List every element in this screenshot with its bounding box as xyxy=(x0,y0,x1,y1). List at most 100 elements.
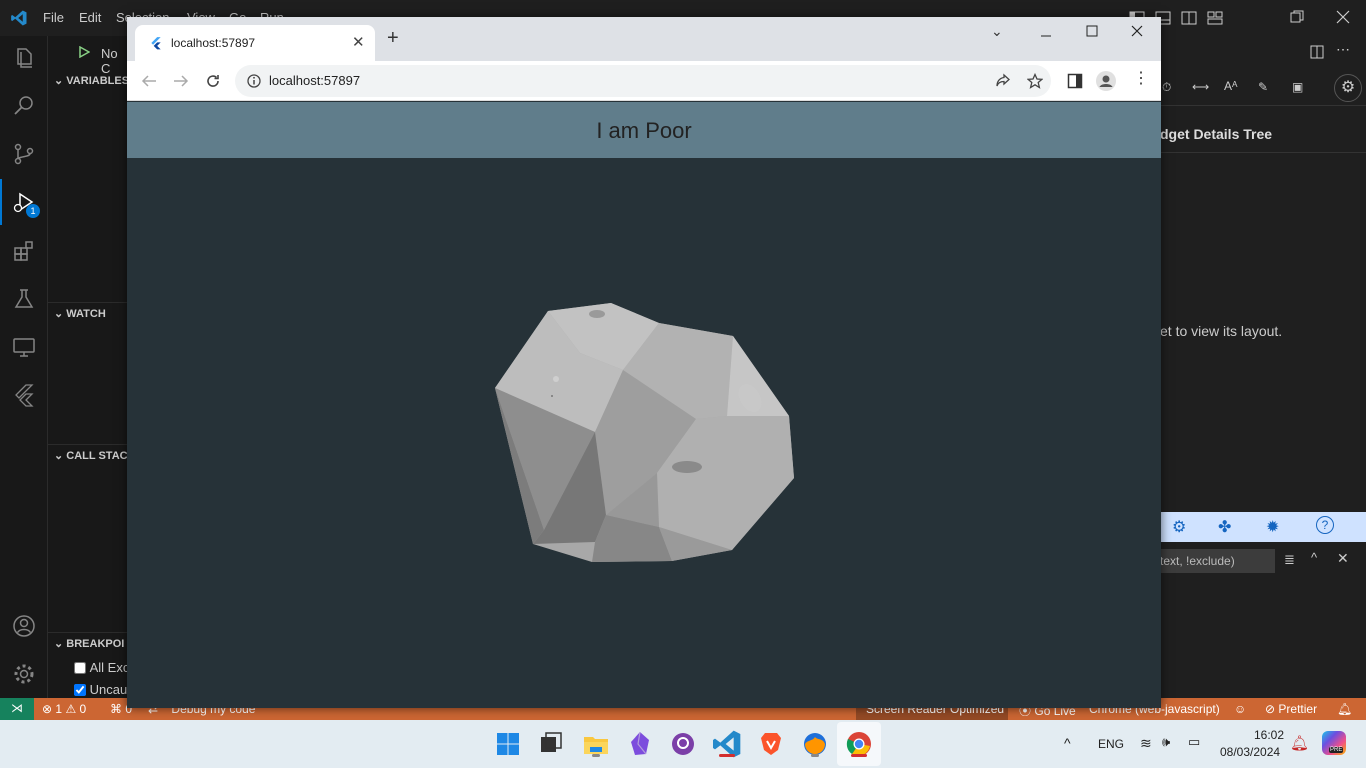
extensions-puzzle-icon[interactable]: ✤ xyxy=(1218,517,1231,537)
address-bar[interactable]: localhost:57897 xyxy=(235,65,1051,97)
devtools-tabbar: ⚙ ✤ ✹ ? xyxy=(1160,512,1366,542)
profile-avatar-icon[interactable] xyxy=(1096,71,1116,91)
remote-indicator[interactable]: ⋊ xyxy=(0,698,34,720)
manage-gear-icon[interactable] xyxy=(12,662,36,686)
clock-date[interactable]: 08/03/2024 xyxy=(1220,745,1280,759)
wifi-icon[interactable]: ≋ xyxy=(1140,735,1152,752)
breakpoints-header[interactable]: ⌄ BREAKPOI xyxy=(54,637,124,650)
start-button[interactable] xyxy=(492,728,524,760)
problems-status[interactable]: ⊗ 1 ⚠ 0 xyxy=(42,702,86,716)
copilot-icon[interactable]: ☺ xyxy=(1234,702,1246,716)
breakpoint-checkbox[interactable] xyxy=(74,683,86,696)
back-arrow-icon[interactable] xyxy=(141,73,157,89)
breakpoint-row[interactable]: Uncau xyxy=(74,681,127,697)
chrome-menu-icon[interactable]: ⋮ xyxy=(1133,71,1149,87)
search-icon[interactable] xyxy=(12,94,36,118)
source-control-icon[interactable] xyxy=(12,142,36,166)
restore-icon[interactable] xyxy=(1290,10,1304,24)
split-editor-icon[interactable] xyxy=(1310,45,1324,59)
bookmark-star-icon[interactable] xyxy=(1027,73,1043,89)
show-hidden-icons-chevron-icon[interactable]: ^ xyxy=(1064,735,1071,751)
minimize-icon[interactable] xyxy=(1040,30,1052,42)
battery-icon[interactable]: ▭ xyxy=(1188,734,1200,750)
notification-bell-icon[interactable]: 🔔︎ xyxy=(1290,734,1309,752)
running-indicator xyxy=(592,754,600,757)
flutter-icon[interactable] xyxy=(12,383,36,407)
copilot-pre-icon[interactable]: PRE xyxy=(1322,731,1346,755)
accounts-icon[interactable] xyxy=(12,614,36,638)
volume-icon[interactable]: 🕪︎ xyxy=(1162,734,1170,750)
testing-icon[interactable] xyxy=(12,287,36,311)
url-text: localhost:57897 xyxy=(269,73,361,88)
debugger-icon[interactable]: ✹ xyxy=(1266,517,1279,537)
menu-edit[interactable]: Edit xyxy=(79,10,101,25)
close-window-icon[interactable] xyxy=(1336,10,1350,24)
task-view-button[interactable] xyxy=(535,728,567,760)
broadcast-icon: ⌘ xyxy=(110,702,122,716)
menu-file[interactable]: File xyxy=(43,10,64,25)
error-icon: ⊗ xyxy=(42,702,53,716)
obsidian-app[interactable] xyxy=(624,728,656,760)
divider xyxy=(48,444,128,445)
forward-arrow-icon[interactable] xyxy=(173,73,189,89)
close-panel-icon[interactable]: ✕ xyxy=(1337,550,1349,567)
help-icon[interactable]: ? xyxy=(1316,516,1334,534)
notifications-bell-icon[interactable]: 🔔︎ xyxy=(1337,702,1352,716)
close-browser-icon[interactable] xyxy=(1131,25,1143,37)
debug-config-select[interactable]: No C xyxy=(101,46,128,76)
divider xyxy=(48,632,128,633)
error-count: 1 xyxy=(55,702,63,716)
images-icon[interactable]: ▣ xyxy=(1292,80,1303,94)
share-icon[interactable] xyxy=(995,73,1011,89)
guidelines-icon[interactable]: ⟷ xyxy=(1192,80,1209,94)
brave-lion-icon xyxy=(761,733,781,755)
settings-gear-icon[interactable]: ⚙ xyxy=(1334,74,1362,102)
filter-options-icon[interactable]: ≣ xyxy=(1284,552,1295,568)
file-explorer-app[interactable] xyxy=(580,728,612,760)
reload-icon[interactable] xyxy=(205,73,221,89)
remote-explorer-icon[interactable] xyxy=(12,335,36,359)
call-stack-label: CALL STACK xyxy=(66,450,136,462)
new-tab-icon[interactable]: + xyxy=(387,28,399,48)
watch-header[interactable]: ⌄ WATCH xyxy=(54,307,106,320)
prettier-status[interactable]: ⊘ Prettier xyxy=(1265,702,1317,716)
repaints-icon[interactable]: ✎ xyxy=(1258,80,1268,94)
windows-taskbar: ^ ENG ≋ 🕪︎ ▭ 16:02 08/03/2024 🔔︎ PRE xyxy=(0,720,1366,768)
vscode-logo-icon xyxy=(11,10,27,26)
filter-input[interactable]: text, !exclude) xyxy=(1160,549,1275,573)
browser-tab[interactable]: localhost:57897 ✕ xyxy=(135,25,375,61)
details-message: et to view its layout. xyxy=(1160,323,1283,339)
filter-placeholder: text, !exclude) xyxy=(1160,554,1235,568)
maximize-icon[interactable] xyxy=(1086,25,1098,37)
more-actions-icon[interactable]: ⋯ xyxy=(1336,41,1350,58)
diamond-image xyxy=(495,303,794,562)
brave-app[interactable] xyxy=(755,728,787,760)
prettier-label: Prettier xyxy=(1278,702,1318,716)
side-panel-icon[interactable] xyxy=(1067,73,1083,89)
variables-header[interactable]: ⌄ VARIABLES xyxy=(54,74,129,87)
customize-layout-icon[interactable] xyxy=(1207,10,1223,26)
clock-time[interactable]: 16:02 xyxy=(1252,728,1284,742)
tab-search-chevron-icon[interactable]: ⌄ xyxy=(991,23,1003,40)
breakpoint-checkbox[interactable] xyxy=(74,661,86,674)
vscode-app[interactable] xyxy=(711,728,743,760)
text-baselines-icon[interactable]: Aᴬ xyxy=(1224,79,1237,93)
inspector-toolbar: ⏱ ⟷ Aᴬ ✎ ▣ ⚙ xyxy=(1160,70,1366,106)
call-stack-header[interactable]: ⌄ CALL STACK xyxy=(54,449,136,462)
breakpoint-row[interactable]: All Exc xyxy=(74,659,129,675)
person-icon xyxy=(1099,75,1113,87)
start-debug-icon[interactable] xyxy=(78,46,90,58)
devtools-settings-icon[interactable]: ⚙ xyxy=(1172,517,1186,537)
divider xyxy=(1160,152,1366,153)
tab-close-icon[interactable]: ✕ xyxy=(352,33,365,51)
chrome-app[interactable] xyxy=(843,728,875,760)
firefox-app[interactable] xyxy=(799,728,831,760)
slow-animations-icon[interactable]: ⏱ xyxy=(1162,80,1171,95)
github-desktop-app[interactable] xyxy=(667,728,699,760)
site-info-icon[interactable] xyxy=(247,74,261,88)
collapse-up-icon[interactable]: ^ xyxy=(1311,550,1317,565)
toggle-secondary-sidebar-icon[interactable] xyxy=(1181,10,1197,26)
extensions-icon[interactable] xyxy=(12,239,36,263)
explorer-icon[interactable] xyxy=(12,46,36,70)
language-indicator[interactable]: ENG xyxy=(1098,737,1124,751)
